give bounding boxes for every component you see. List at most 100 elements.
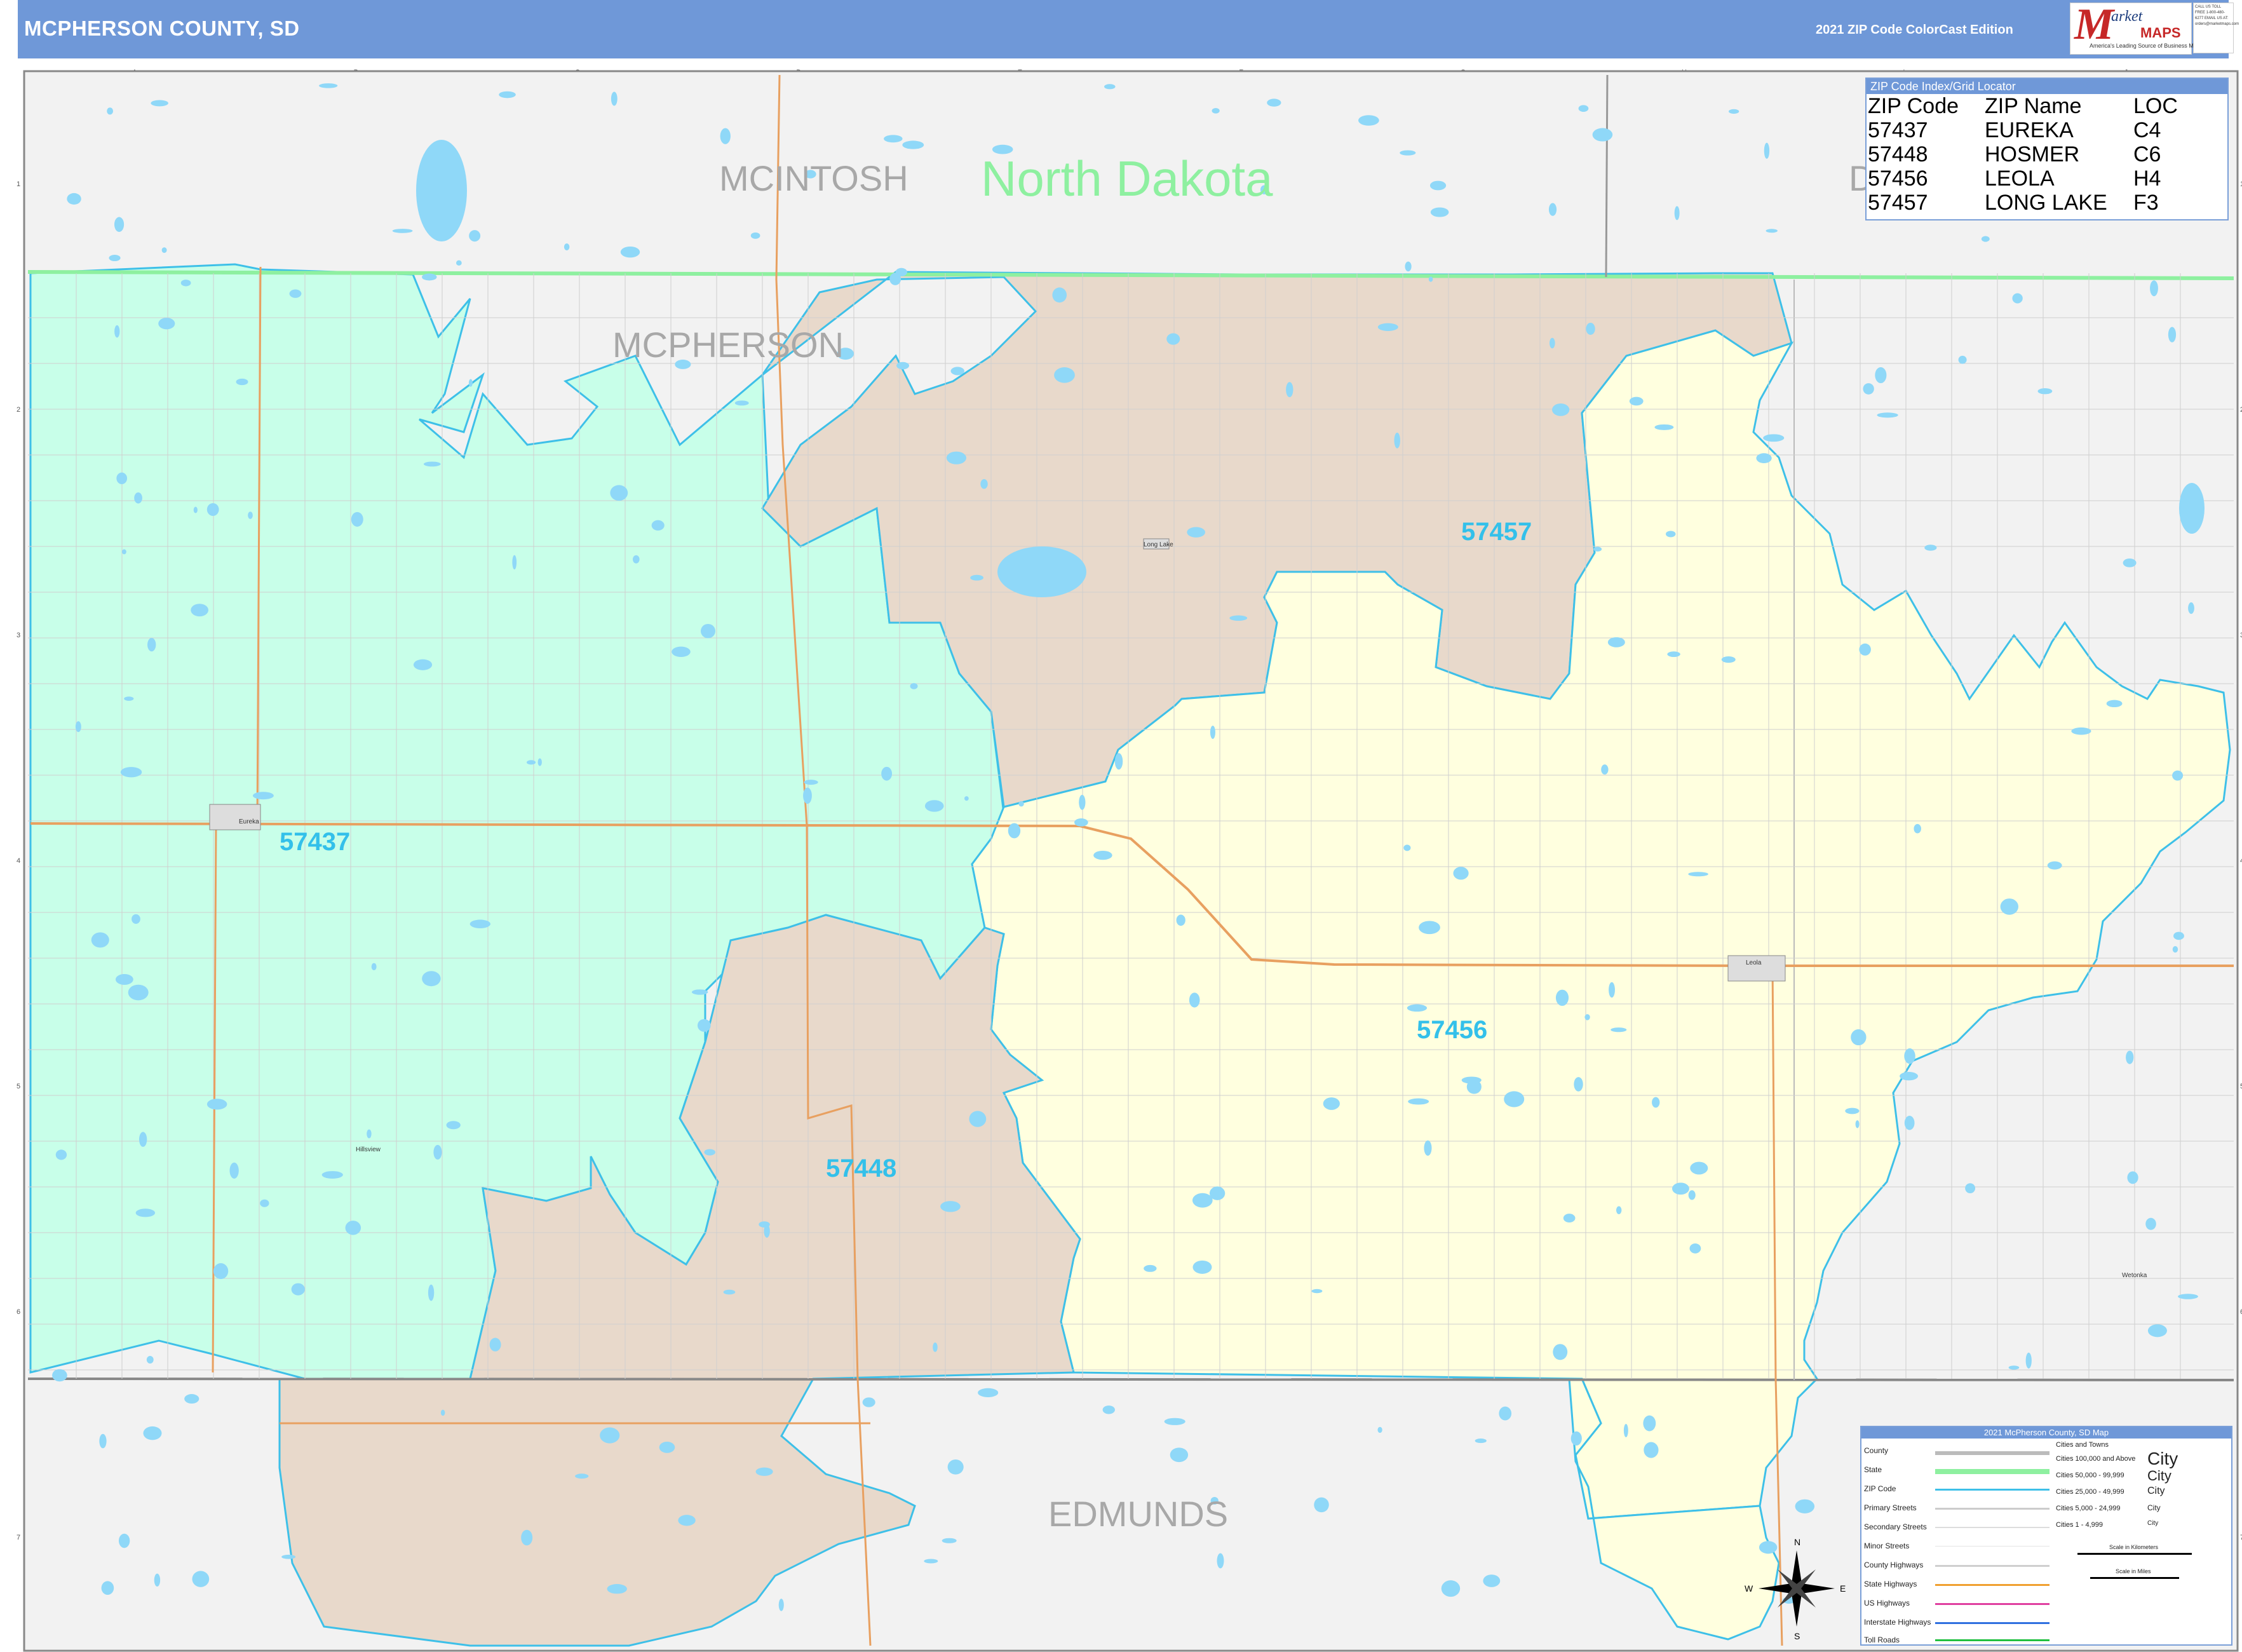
lake: [1607, 637, 1625, 647]
legend-swatch: [1935, 1565, 2050, 1567]
lake: [1074, 818, 1088, 827]
lake: [526, 760, 536, 765]
zip-label-57457: 57457: [1461, 518, 1532, 546]
legend-item: County Highways: [1864, 1561, 1924, 1569]
lake: [143, 1426, 162, 1440]
lake: [1672, 1182, 1689, 1195]
lake: [1504, 1091, 1525, 1107]
lake: [1192, 1193, 1213, 1208]
lake: [180, 280, 191, 287]
zip-index-cell: LEOLA: [1985, 166, 2055, 191]
lake-east: [2179, 483, 2205, 534]
lake: [423, 461, 441, 467]
lake: [1552, 403, 1570, 416]
lake: [260, 1199, 269, 1207]
lake: [933, 1342, 938, 1352]
map-legend: 2021 McPherson County, SD Map County Sta…: [1860, 1426, 2232, 1646]
lake: [1549, 337, 1555, 349]
lake: [2188, 602, 2194, 614]
town-eureka: [209, 804, 261, 830]
lake: [1795, 1499, 1815, 1513]
lake: [1209, 1186, 1226, 1200]
lake: [1900, 1072, 1919, 1081]
lake: [281, 1554, 296, 1559]
lake: [2106, 700, 2123, 708]
lake: [924, 800, 944, 812]
lake: [755, 1467, 773, 1476]
lake: [1430, 207, 1449, 217]
lake: [367, 1129, 372, 1139]
lake: [1187, 527, 1206, 538]
lake: [1286, 382, 1293, 398]
legend-swatch: [1935, 1603, 2050, 1605]
lake: [206, 1099, 227, 1110]
lake: [884, 135, 903, 143]
lake: [1210, 726, 1216, 739]
lake: [1667, 651, 1680, 657]
lake: [351, 511, 363, 527]
lake: [440, 1409, 445, 1416]
lake: [91, 932, 109, 948]
lake: [75, 721, 81, 733]
legend-item: Minor Streets: [1864, 1541, 1910, 1550]
zip-index-table: ZIP Code ZIP Name LOC 57437 EUREKA C4 57…: [1868, 94, 2180, 215]
lake: [1958, 355, 1967, 364]
lake: [161, 247, 167, 254]
lake: [1601, 764, 1609, 775]
lake: [1323, 1097, 1340, 1110]
lake: [109, 255, 121, 262]
lake: [2178, 1294, 2198, 1299]
lake: [1863, 383, 1874, 395]
legend-city-size: Cities 25,000 - 49,999: [2056, 1488, 2124, 1496]
legend-item: State Highways: [1864, 1580, 1917, 1588]
county-line-north-east: [1605, 74, 1609, 278]
lake: [1629, 396, 1644, 406]
legend-item: State: [1864, 1465, 1882, 1474]
lake: [114, 217, 125, 233]
lake: [980, 478, 988, 489]
lake: [1461, 1076, 1482, 1084]
lake: [132, 914, 140, 924]
zip-label-57456: 57456: [1417, 1016, 1487, 1044]
lake: [2025, 1352, 2032, 1369]
lake: [1904, 1048, 1915, 1064]
lake: [116, 472, 128, 485]
scale-mi-bar: [2090, 1577, 2179, 1579]
zip-index-header-row: ZIP Code ZIP Name LOC: [1868, 94, 2180, 118]
lake: [55, 1149, 67, 1160]
lake: [1563, 1214, 1576, 1223]
lake: [114, 325, 120, 338]
label-mcpherson: MCPHERSON: [612, 325, 844, 365]
lake: [1394, 432, 1400, 449]
lake: [1104, 84, 1116, 90]
lake: [1643, 1415, 1656, 1432]
lake: [433, 1144, 442, 1160]
lake: [2147, 1324, 2167, 1337]
legend-cities-title: Cities and Towns: [2056, 1441, 2109, 1449]
lake: [947, 1459, 964, 1475]
lake: [1578, 105, 1589, 112]
lake: [422, 273, 437, 281]
lake: [1475, 1439, 1487, 1444]
lake: [1924, 545, 1937, 551]
map-canvas[interactable]: N S E W MCINTOSH North Dakota MCPHERSON …: [0, 0, 2242, 1652]
zip-index-cell: C6: [2133, 142, 2161, 166]
lake: [99, 1433, 107, 1449]
lake: [456, 260, 462, 266]
lake: [291, 1283, 305, 1296]
lake: [1429, 180, 1447, 191]
lake: [206, 503, 219, 516]
lake: [392, 229, 413, 233]
zip-index-header: ZIP Code: [1868, 94, 1959, 118]
lake: [862, 1397, 875, 1407]
legend-city-size: Cities 1 - 4,999: [2056, 1521, 2103, 1529]
lake: [1654, 424, 1674, 430]
lake: [910, 683, 918, 689]
legend-item: US Highways: [1864, 1599, 1910, 1608]
lake: [1688, 872, 1708, 877]
lake: [321, 1171, 343, 1179]
zip-index-cell: 57448: [1868, 142, 1928, 166]
lake: [1102, 1405, 1115, 1414]
lake: [422, 971, 441, 987]
lake: [2173, 931, 2184, 940]
